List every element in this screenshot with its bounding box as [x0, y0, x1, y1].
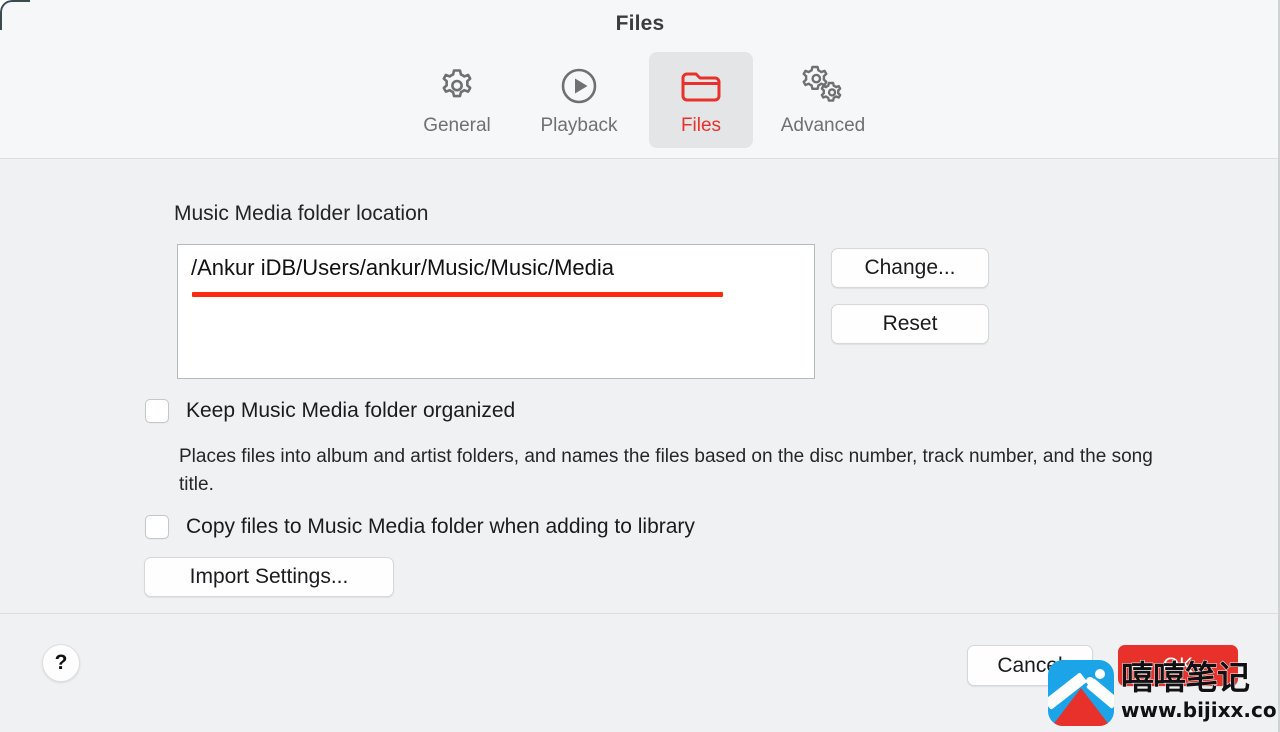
copy-files-row[interactable]: Copy files to Music Media folder when ad…	[145, 515, 695, 539]
gear-icon	[435, 62, 479, 110]
tab-files[interactable]: Files	[649, 52, 753, 148]
double-gear-icon	[798, 62, 848, 110]
window-title: Files	[615, 12, 665, 35]
play-circle-icon	[557, 62, 601, 110]
keep-organized-checkbox[interactable]	[145, 399, 169, 423]
reset-button[interactable]: Reset	[831, 304, 989, 344]
copy-files-checkbox[interactable]	[145, 515, 169, 539]
keep-organized-label: Keep Music Media folder organized	[186, 399, 516, 422]
tab-bar: General Playback Files Advanced	[0, 52, 1280, 148]
folder-icon	[677, 62, 725, 110]
preferences-window: Files General Playback Files Advanced Mu…	[0, 0, 1280, 732]
media-folder-location-label: Music Media folder location	[174, 202, 429, 225]
cancel-button[interactable]: Cancel	[967, 645, 1093, 686]
content-area: Music Media folder location /Ankur iDB/U…	[0, 159, 1280, 614]
tab-playback-label: Playback	[540, 115, 618, 136]
tab-general[interactable]: General	[405, 52, 509, 148]
change-button[interactable]: Change...	[831, 248, 989, 288]
media-folder-path-value: /Ankur iDB/Users/ankur/Music/Music/Media	[191, 255, 615, 280]
tab-advanced[interactable]: Advanced	[771, 52, 875, 148]
copy-files-label: Copy files to Music Media folder when ad…	[186, 515, 695, 538]
keep-organized-row[interactable]: Keep Music Media folder organized	[145, 399, 515, 423]
keep-organized-help-text: Places files into album and artist folde…	[179, 446, 1153, 495]
help-button[interactable]: ?	[42, 644, 80, 682]
red-underline-annotation	[192, 292, 723, 297]
ok-button[interactable]: OK	[1118, 645, 1238, 686]
tab-files-label: Files	[680, 115, 722, 136]
tab-playback[interactable]: Playback	[527, 52, 631, 148]
toolbar: Files General Playback Files Advanced	[0, 0, 1280, 159]
tab-advanced-label: Advanced	[780, 115, 866, 136]
import-settings-button[interactable]: Import Settings...	[144, 557, 394, 597]
tab-general-label: General	[423, 115, 491, 136]
media-folder-path-field[interactable]: /Ankur iDB/Users/ankur/Music/Music/Media	[177, 244, 815, 379]
